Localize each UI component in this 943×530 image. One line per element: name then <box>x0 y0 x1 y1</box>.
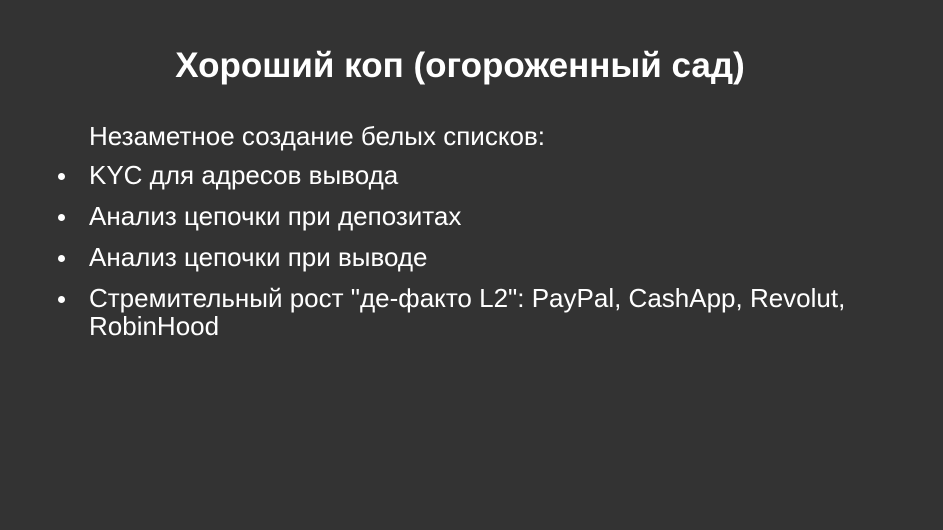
bullet-item: KYC для адресов вывода <box>0 161 943 189</box>
slide-title: Хороший коп (огороженный сад) <box>175 46 745 85</box>
bullet-text: KYC для адресов вывода <box>89 160 399 190</box>
bullet-dot-icon <box>58 173 65 180</box>
bullet-dot-icon <box>58 214 65 221</box>
bullet-dot-icon <box>58 296 65 303</box>
bullet-item: Анализ цепочки при депозитах <box>0 202 943 230</box>
intro-text: Незаметное создание белых списков: <box>89 121 545 151</box>
bullet-item: Стремительный рост "де-факто L2": PayPal… <box>0 284 943 340</box>
bullet-item: Анализ цепочки при выводе <box>0 243 943 271</box>
bullet-list: KYC для адресов вывода Анализ цепочки пр… <box>0 161 943 353</box>
bullet-text: Анализ цепочки при выводе <box>89 242 428 272</box>
slide: Хороший коп (огороженный сад) Незаметное… <box>0 0 943 530</box>
bullet-dot-icon <box>58 255 65 262</box>
bullet-text: Стремительный рост "де-факто L2": PayPal… <box>89 283 846 341</box>
bullet-text: Анализ цепочки при депозитах <box>89 201 462 231</box>
